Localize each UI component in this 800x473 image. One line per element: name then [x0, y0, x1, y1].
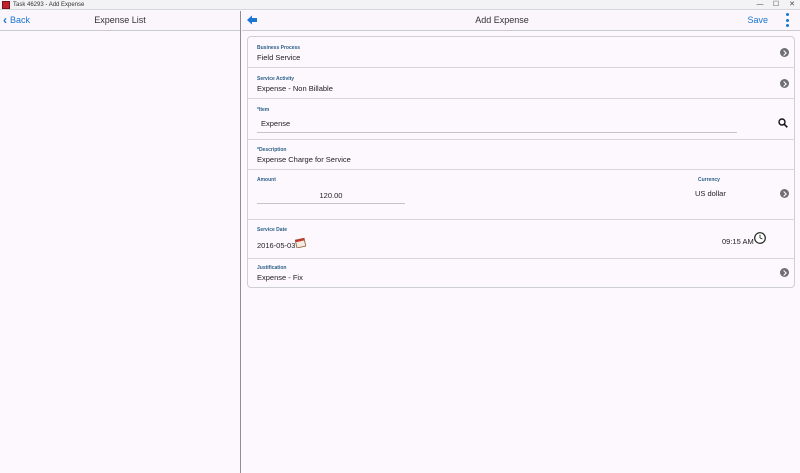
amount-underline — [257, 203, 405, 204]
save-button[interactable]: Save — [747, 15, 768, 25]
expense-list-title: Expense List — [94, 15, 146, 25]
description-label: *Description — [257, 147, 287, 153]
window-titlebar: Task 46293 - Add Expense — ☐ ✕ — [0, 0, 800, 10]
more-vertical-icon[interactable] — [784, 12, 790, 28]
justification-label: Justification — [257, 265, 287, 271]
service-date-value[interactable]: 2016-05-03 — [257, 241, 295, 250]
chevron-right-icon[interactable] — [780, 189, 789, 198]
page-title: Add Expense — [475, 15, 529, 25]
business-process-value: Field Service — [257, 53, 301, 62]
description-value: Expense Charge for Service — [257, 155, 351, 164]
minimize-button[interactable]: — — [752, 0, 768, 10]
service-date-label: Service Date — [257, 227, 288, 233]
maximize-button[interactable]: ☐ — [768, 0, 784, 10]
service-activity-value: Expense - Non Billable — [257, 84, 333, 93]
window-controls: — ☐ ✕ — [752, 0, 800, 10]
add-expense-pane: Add Expense Save Business Process Field … — [242, 11, 800, 473]
business-process-label: Business Process — [257, 45, 301, 51]
item-row: *Item Expense — [248, 99, 794, 140]
currency-label: Currency — [698, 177, 720, 183]
clock-icon[interactable] — [754, 232, 766, 244]
calendar-icon[interactable] — [295, 237, 307, 248]
chevron-right-icon[interactable] — [780, 48, 789, 57]
item-input[interactable]: Expense — [261, 119, 290, 128]
service-activity-row[interactable]: Service Activity Expense - Non Billable — [248, 68, 794, 99]
window-title: Task 46293 - Add Expense — [13, 2, 85, 8]
add-expense-header: Add Expense Save — [242, 11, 800, 31]
amount-label: Amount — [257, 177, 276, 183]
expense-list-header: ‹ Back Expense List — [0, 11, 240, 31]
service-activity-label: Service Activity — [257, 76, 295, 82]
expense-list-pane: ‹ Back Expense List — [0, 11, 241, 473]
app-icon — [2, 1, 10, 9]
currency-value[interactable]: US dollar — [695, 189, 726, 198]
chevron-right-icon[interactable] — [780, 79, 789, 88]
justification-value: Expense - Fix — [257, 273, 303, 282]
service-date-row: Service Date 2016-05-03 09:15 AM — [248, 220, 794, 259]
justification-row[interactable]: Justification Expense - Fix — [248, 259, 794, 287]
search-icon[interactable] — [778, 118, 788, 128]
amount-input[interactable]: 120.00 — [257, 191, 405, 200]
close-button[interactable]: ✕ — [784, 0, 800, 10]
expense-form: Business Process Field Service Service A… — [247, 36, 795, 288]
chevron-right-icon[interactable] — [780, 268, 789, 277]
service-time-value[interactable]: 09:15 AM — [722, 237, 754, 246]
item-underline — [257, 132, 737, 133]
item-label: *Item — [257, 107, 270, 113]
description-row[interactable]: *Description Expense Charge for Service — [248, 140, 794, 170]
business-process-row[interactable]: Business Process Field Service — [248, 37, 794, 68]
amount-currency-row: Amount 120.00 Currency US dollar — [248, 170, 794, 220]
